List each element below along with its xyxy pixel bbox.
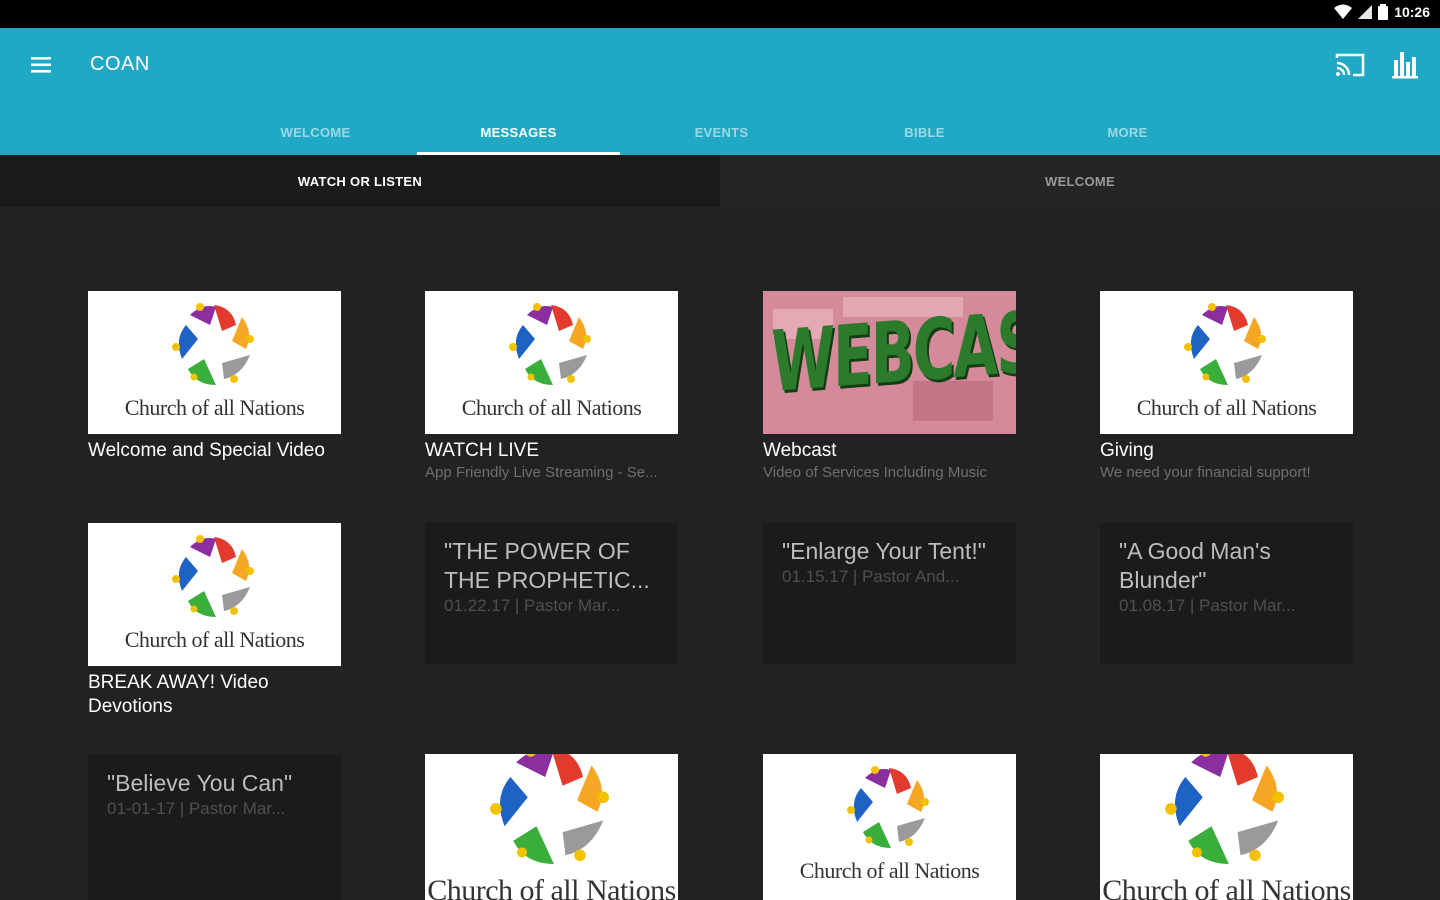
card-thumbnail: Church of all Nations (1100, 754, 1353, 900)
card-thumbnail: Church of all Nations (425, 754, 678, 900)
card-thumbnail: Church of all Nations (763, 754, 1016, 900)
battery-icon (1378, 4, 1389, 20)
status-bar: 10:26 (0, 0, 1440, 28)
media-card[interactable]: Church of all Nations Giving We need you… (1100, 291, 1353, 481)
card-subtitle: App Friendly Live Streaming - Se... (425, 464, 658, 481)
card-title: Webcast (763, 440, 837, 461)
card-thumbnail: Church of all Nations (1100, 291, 1353, 434)
card-subtitle: We need your financial support! (1100, 464, 1311, 481)
media-card[interactable]: WEBCAST Webcast Video of Services Includ… (763, 291, 1016, 481)
card-subtitle: Video of Services Including Music (763, 464, 988, 481)
app-title: COAN (90, 53, 150, 75)
sub-tab-bar: WATCH OR LISTEN WELCOME (0, 155, 1440, 207)
status-time: 10:26 (1394, 4, 1430, 20)
message-card[interactable]: "A Good Man's Blunder" 01.08.17 | Pastor… (1100, 523, 1353, 664)
card-thumbnail: Church of all Nations (425, 291, 678, 434)
message-title: "THE POWER OF THE PROPHETIC... (444, 538, 650, 593)
tab-welcome[interactable]: WELCOME (214, 110, 417, 155)
status-icons: 10:26 (1334, 4, 1430, 20)
message-card[interactable]: "THE POWER OF THE PROPHETIC... 01.22.17 … (425, 523, 678, 664)
tab-bible[interactable]: BIBLE (823, 110, 1026, 155)
message-subtitle: 01.08.17 | Pastor Mar... (1119, 596, 1296, 615)
media-card[interactable]: Church of all Nations (1100, 754, 1353, 900)
tab-more[interactable]: MORE (1026, 110, 1229, 155)
message-subtitle: 01-01-17 | Pastor Mar... (107, 799, 286, 818)
message-card[interactable]: "Believe You Can" 01-01-17 | Pastor Mar.… (88, 755, 341, 900)
stats-icon[interactable] (1390, 48, 1420, 80)
tab-events[interactable]: EVENTS (620, 110, 823, 155)
media-card[interactable]: Church of all Nations BREAK AWAY! Video … (88, 523, 341, 719)
subtab-welcome[interactable]: WELCOME (720, 155, 1440, 207)
tab-messages[interactable]: MESSAGES (417, 110, 620, 155)
subtab-watch-or-listen[interactable]: WATCH OR LISTEN (0, 155, 720, 207)
logo-caption: Church of all Nations (124, 627, 305, 652)
media-card[interactable]: Church of all Nations Welcome and Specia… (88, 291, 341, 463)
card-title: WATCH LIVE (425, 440, 540, 461)
message-title: "Enlarge Your Tent!" (782, 538, 986, 564)
card-thumbnail: Church of all Nations (88, 523, 341, 666)
message-title: "A Good Man's Blunder" (1119, 538, 1271, 593)
logo-caption: Church of all Nations (124, 395, 305, 420)
logo-caption: Church of all Nations (427, 874, 676, 900)
logo-caption: Church of all Nations (461, 395, 642, 420)
tab-bar: WELCOME MESSAGES EVENTS BIBLE MORE (214, 110, 1229, 155)
menu-icon[interactable] (28, 52, 54, 78)
webcast-banner-text: WEBCAST (771, 291, 1016, 412)
card-thumbnail: Church of all Nations (88, 291, 341, 434)
card-title: BREAK AWAY! Video Devotions (88, 672, 269, 717)
message-subtitle: 01.22.17 | Pastor Mar... (444, 596, 621, 615)
media-card[interactable]: Church of all Nations WATCH LIVE App Fri… (425, 291, 678, 481)
card-title: Giving (1100, 440, 1154, 461)
message-card[interactable]: "Enlarge Your Tent!" 01.15.17 | Pastor A… (763, 523, 1016, 664)
wifi-icon (1334, 4, 1353, 19)
message-title: "Believe You Can" (107, 770, 293, 796)
media-card[interactable]: Church of all Nations (425, 754, 678, 900)
logo-caption: Church of all Nations (1102, 874, 1351, 900)
media-card[interactable]: Church of all Nations (763, 754, 1016, 900)
cast-icon[interactable] (1334, 50, 1366, 80)
signal-icon (1358, 5, 1373, 19)
card-title: Welcome and Special Video (88, 440, 325, 461)
app-bar: COAN WELCOME MESSAGES EVENTS BIBLE MORE (0, 28, 1440, 155)
message-subtitle: 01.15.17 | Pastor And... (782, 567, 960, 586)
card-thumbnail: WEBCAST (763, 291, 1016, 434)
logo-caption: Church of all Nations (799, 858, 980, 883)
logo-caption: Church of all Nations (1136, 395, 1317, 420)
